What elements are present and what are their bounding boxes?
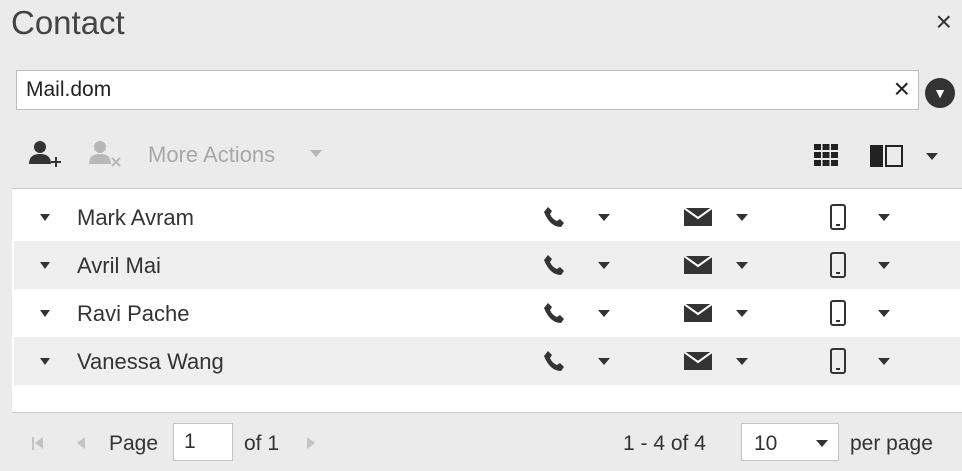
list-item[interactable]: Ravi Pache — [14, 289, 960, 337]
phone-chevron-down-icon[interactable] — [598, 310, 610, 317]
search-options-chevron-icon[interactable]: ▼ — [925, 78, 955, 108]
first-page-icon[interactable] — [32, 437, 34, 450]
mobile-chevron-down-icon[interactable] — [878, 310, 890, 317]
mobile-chevron-down-icon[interactable] — [878, 214, 890, 221]
first-page-arrow-icon[interactable] — [35, 437, 43, 449]
email-chevron-down-icon[interactable] — [736, 358, 748, 365]
window-title: Contact — [11, 4, 125, 41]
mobile-icon[interactable] — [830, 204, 846, 235]
phone-icon[interactable] — [542, 349, 566, 378]
per-page-select[interactable]: 10 — [741, 423, 839, 461]
email-icon[interactable] — [683, 303, 713, 327]
mobile-icon[interactable] — [830, 348, 846, 379]
title-bar: Contact × — [0, 0, 962, 52]
toolbar: More Actions — [0, 130, 962, 180]
list-item[interactable]: Avril Mai — [14, 241, 960, 289]
contact-name: Mark Avram — [77, 205, 194, 230]
email-icon[interactable] — [683, 207, 713, 231]
contact-name: Ravi Pache — [77, 301, 190, 326]
clear-search-icon[interactable]: × — [894, 75, 910, 103]
phone-icon[interactable] — [542, 205, 566, 234]
phone-chevron-down-icon[interactable] — [598, 358, 610, 365]
per-page-value: 10 — [754, 432, 778, 455]
pagination-bar: Page of 1 1 - 4 of 4 10 per page — [0, 416, 962, 471]
search-box: × — [16, 70, 919, 110]
mobile-icon[interactable] — [830, 300, 846, 331]
expand-caret-icon[interactable] — [40, 358, 50, 365]
phone-chevron-down-icon[interactable] — [598, 214, 610, 221]
contact-list: Mark Avram Avril Mai Ravi Pache Vanessa … — [12, 188, 962, 413]
page-label: Page — [109, 432, 159, 455]
add-contact-icon[interactable] — [27, 138, 63, 177]
previous-page-icon[interactable] — [77, 437, 85, 449]
expand-caret-icon[interactable] — [40, 310, 50, 317]
email-chevron-down-icon[interactable] — [736, 214, 748, 221]
list-item[interactable]: Mark Avram — [14, 193, 960, 241]
per-page-label: per page — [850, 432, 933, 455]
email-chevron-down-icon[interactable] — [736, 262, 748, 269]
grid-view-icon[interactable] — [814, 144, 838, 171]
expand-caret-icon[interactable] — [40, 262, 50, 269]
phone-icon[interactable] — [542, 253, 566, 282]
item-range-label: 1 - 4 of 4 — [623, 432, 706, 455]
email-icon[interactable] — [683, 255, 713, 279]
more-actions-chevron-down-icon[interactable] — [310, 150, 322, 157]
view-options-chevron-down-icon[interactable] — [926, 153, 938, 160]
chevron-down-icon — [816, 440, 828, 447]
email-chevron-down-icon[interactable] — [736, 310, 748, 317]
phone-chevron-down-icon[interactable] — [598, 262, 610, 269]
expand-caret-icon[interactable] — [40, 214, 50, 221]
split-view-icon[interactable] — [870, 145, 904, 172]
more-actions-menu[interactable]: More Actions — [148, 142, 275, 168]
close-icon[interactable]: × — [936, 8, 952, 36]
mobile-chevron-down-icon[interactable] — [878, 358, 890, 365]
search-input[interactable] — [17, 71, 876, 109]
mobile-chevron-down-icon[interactable] — [878, 262, 890, 269]
contact-name: Vanessa Wang — [77, 349, 224, 374]
remove-contact-icon[interactable] — [87, 138, 123, 177]
page-total-label: of 1 — [244, 432, 280, 455]
list-item[interactable]: Vanessa Wang — [14, 337, 960, 385]
email-icon[interactable] — [683, 351, 713, 375]
mobile-icon[interactable] — [830, 252, 846, 283]
phone-icon[interactable] — [542, 301, 566, 330]
contact-name: Avril Mai — [77, 253, 161, 278]
next-page-icon[interactable] — [307, 437, 315, 449]
page-number-input[interactable] — [173, 423, 233, 461]
